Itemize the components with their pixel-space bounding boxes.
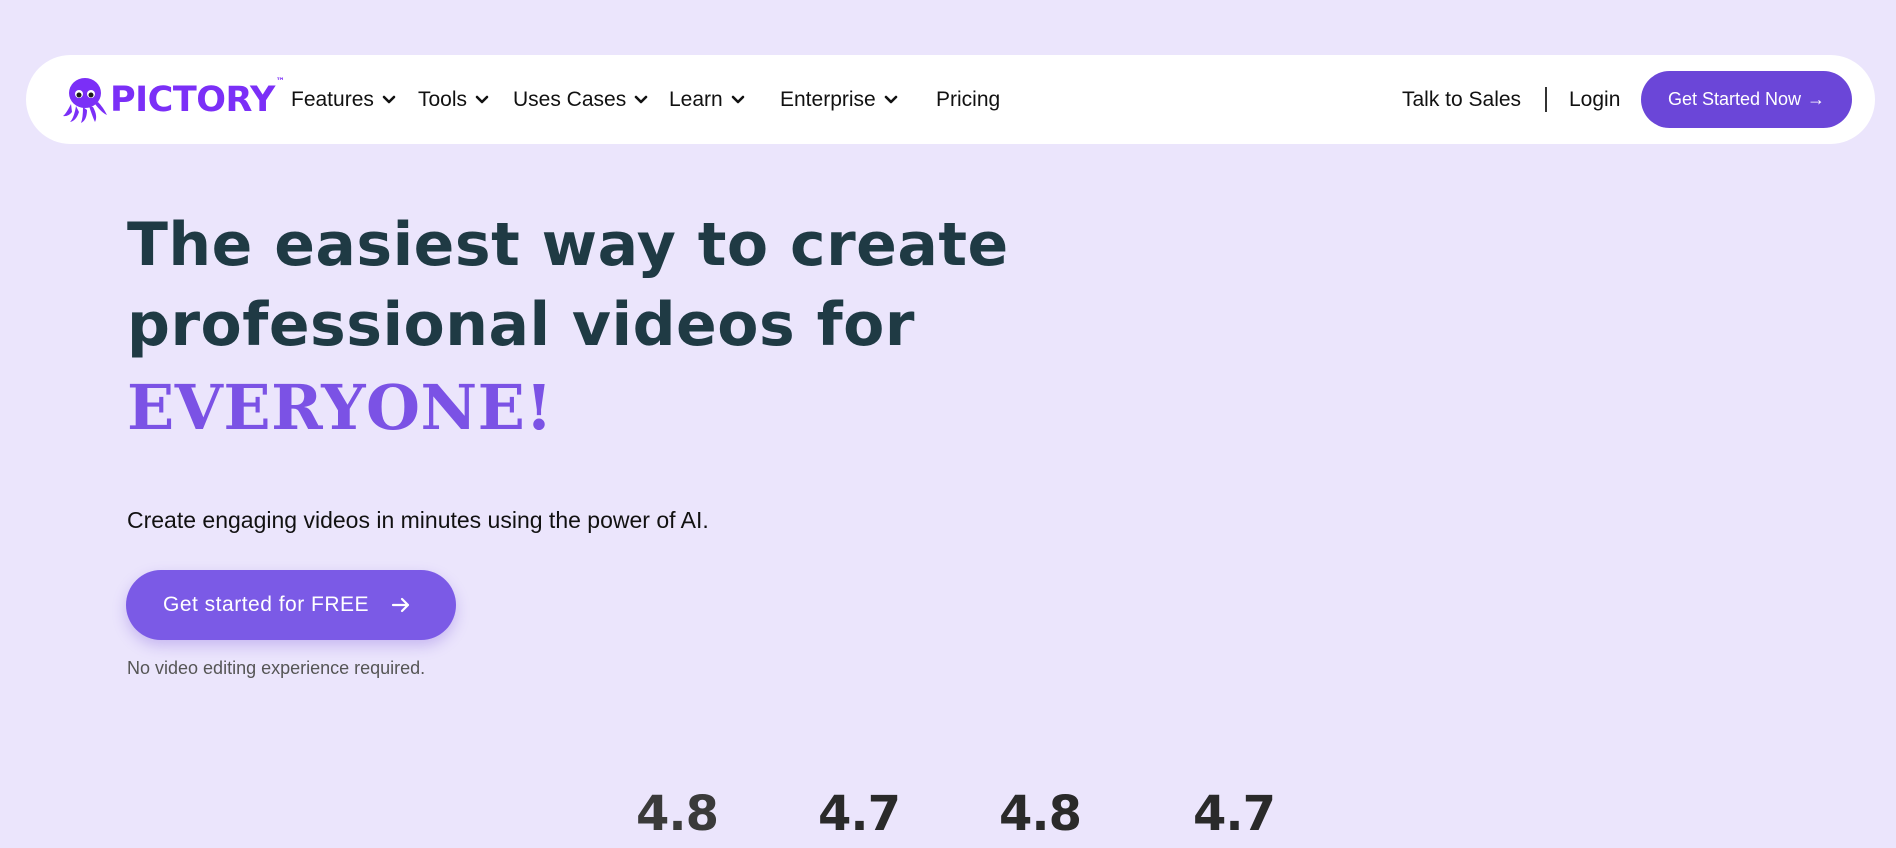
- octopus-icon: [62, 76, 108, 124]
- logo-wordmark: PICTORY: [110, 79, 275, 120]
- rating-value: 4.7: [1193, 786, 1276, 842]
- pictory-logo[interactable]: PICTORY ™: [62, 75, 285, 125]
- chevron-down-icon: [382, 95, 396, 105]
- chevron-down-icon: [634, 95, 648, 105]
- nav-item-label: Pricing: [936, 87, 1001, 111]
- nav-item-label: Tools: [418, 87, 468, 111]
- get-started-now-button[interactable]: Get Started Now →: [1641, 71, 1852, 128]
- nav-item-label: Learn: [669, 87, 723, 111]
- rating-value: 4.8: [636, 786, 719, 842]
- chevron-down-icon: [884, 95, 898, 105]
- get-started-free-button[interactable]: Get started for FREE: [126, 570, 456, 640]
- rating-value: 4.7: [818, 786, 901, 842]
- hero-title-line-1: The easiest way to create: [127, 210, 1009, 280]
- chevron-down-icon: [475, 95, 489, 105]
- hero-title-accent: EVERYONE!: [127, 371, 554, 444]
- trademark-mark: ™: [275, 77, 285, 87]
- hero-subtitle: Create engaging videos in minutes using …: [127, 507, 709, 533]
- no-experience-note: No video editing experience required.: [127, 658, 426, 678]
- nav-item-label: Enterprise: [780, 87, 876, 111]
- nav-item-use-cases[interactable]: Uses Cases: [513, 55, 648, 144]
- rating-value: 4.8: [999, 786, 1082, 842]
- button-label: Get started for FREE: [163, 593, 370, 616]
- nav-divider: [1545, 87, 1547, 112]
- chevron-down-icon: [731, 95, 745, 105]
- hero-title-line-2: professional videos for: [127, 290, 915, 360]
- top-navbar: PICTORY ™ Features Tools Uses Cases Lear…: [26, 55, 1875, 144]
- arrow-right-icon: →: [1807, 89, 1826, 109]
- login-link[interactable]: Login: [1569, 55, 1620, 144]
- nav-item-learn[interactable]: Learn: [669, 55, 745, 144]
- hero-title: The easiest way to create professional v…: [127, 205, 1027, 365]
- nav-item-pricing[interactable]: Pricing: [936, 55, 1000, 144]
- nav-item-features[interactable]: Features: [291, 55, 396, 144]
- arrow-right-icon: [391, 596, 411, 614]
- page: PICTORY ™ Features Tools Uses Cases Lear…: [0, 0, 1896, 848]
- nav-item-tools[interactable]: Tools: [418, 55, 489, 144]
- nav-item-label: Uses Cases: [513, 87, 627, 111]
- nav-item-label: Features: [291, 87, 374, 111]
- nav-item-enterprise[interactable]: Enterprise: [780, 55, 898, 144]
- button-label: Get Started Now: [1667, 89, 1802, 109]
- talk-to-sales-link[interactable]: Talk to Sales: [1402, 55, 1521, 144]
